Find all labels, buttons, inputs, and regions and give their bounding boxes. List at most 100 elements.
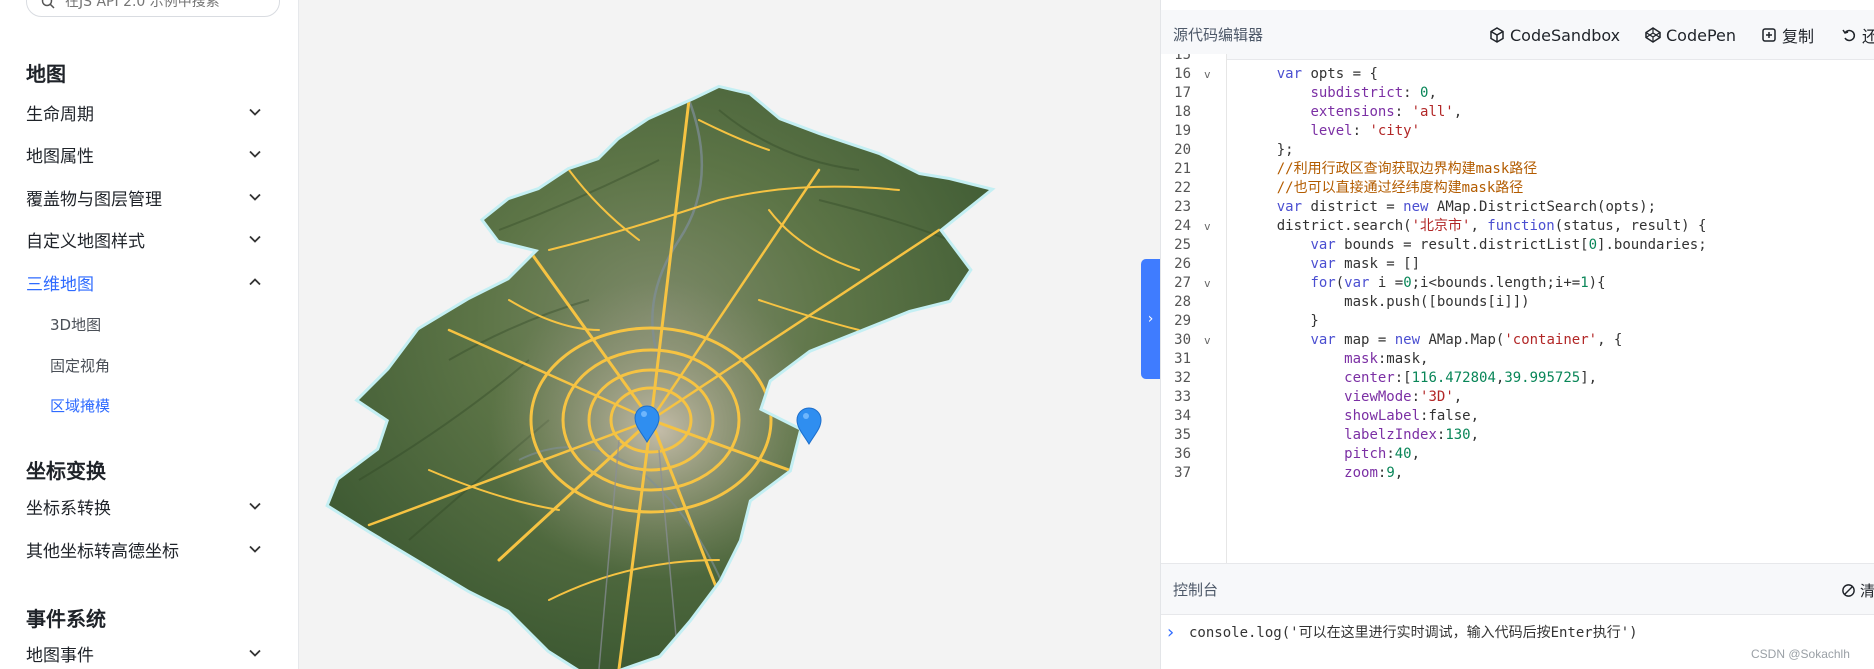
chevron-down-icon: [249, 235, 261, 243]
console-header: 控制台 清: [1161, 563, 1874, 615]
copy-button[interactable]: 复制: [1761, 10, 1814, 60]
fold-toggle-icon[interactable]: v: [1204, 331, 1211, 350]
line-number: 37: [1174, 465, 1191, 481]
line-number: 15: [1174, 54, 1191, 63]
line-number: 33: [1174, 389, 1191, 405]
chevron-up-icon: [249, 278, 261, 286]
code-text: district.search('北京市', function(status, …: [1243, 218, 1707, 234]
code-line[interactable]: 32 center:[116.472804,39.995725],: [1161, 369, 1874, 388]
code-text: var bounds = result.districtList[0].boun…: [1310, 237, 1707, 253]
sidebar-item-label: 坐标系转换: [26, 498, 111, 519]
code-text: }: [1243, 313, 1319, 329]
code-text: for(var i =0;i<bounds.length;i+=1){: [1310, 275, 1606, 291]
watermark: CSDN @Sokachlh: [1751, 647, 1850, 661]
sidebar-item-custom-style[interactable]: 自定义地图样式: [26, 224, 262, 254]
line-number: 27: [1174, 275, 1191, 291]
code-text: extensions: 'all',: [1310, 104, 1463, 120]
line-number: 24: [1174, 218, 1191, 234]
code-line[interactable]: 34 showLabel:false,: [1161, 407, 1874, 426]
search-icon: [41, 0, 55, 9]
code-line[interactable]: 33 viewMode:'3D',: [1161, 388, 1874, 407]
chevron-down-icon: [249, 545, 261, 553]
code-line[interactable]: 21 //利用行政区查询获取边界构建mask路径: [1161, 160, 1874, 179]
codesandbox-icon: [1490, 27, 1504, 43]
codepen-icon: [1645, 27, 1661, 43]
code-line[interactable]: 15: [1161, 54, 1874, 65]
code-text: viewMode:'3D',: [1344, 389, 1463, 405]
prompt-icon: ›: [1167, 621, 1175, 643]
code-line[interactable]: 25 var bounds = result.districtList[0].b…: [1161, 236, 1874, 255]
line-number: 25: [1174, 237, 1191, 253]
line-number: 32: [1174, 370, 1191, 386]
console-input[interactable]: › console.log('可以在这里进行实时调试，输入代码后按Enter执行…: [1161, 615, 1874, 649]
sidebar-item-lifecycle[interactable]: 生命周期: [26, 97, 262, 127]
group-title-map: 地图: [26, 62, 66, 86]
code-text: showLabel:false,: [1344, 408, 1480, 424]
code-text: mask.push([bounds[i]]): [1243, 294, 1530, 310]
sidebar-item-overlays[interactable]: 覆盖物与图层管理: [26, 182, 262, 212]
code-line[interactable]: 24 v district.search('北京市', function(stat…: [1161, 217, 1874, 236]
code-line[interactable]: 27 v for(var i =0;i<bounds.length;i+=1){: [1161, 274, 1874, 293]
fold-toggle-icon[interactable]: v: [1204, 274, 1211, 293]
editor-title: 源代码编辑器: [1173, 26, 1264, 44]
search-box[interactable]: [26, 0, 280, 17]
sub-item-3d-map[interactable]: 3D地图: [50, 314, 101, 335]
code-text: mask:mask,: [1344, 351, 1429, 367]
code-line[interactable]: 17 subdistrict: 0,: [1161, 84, 1874, 103]
sidebar: 地图 生命周期 地图属性 覆盖物与图层管理 自定义地图样式 三维地图 3D地图 …: [0, 0, 299, 669]
sidebar-item-label: 生命周期: [26, 104, 94, 125]
code-line[interactable]: 19 level: 'city': [1161, 122, 1874, 141]
sidebar-item-other-coord[interactable]: 其他坐标转高德坐标: [26, 534, 262, 564]
sidebar-item-map-props[interactable]: 地图属性: [26, 139, 262, 169]
code-text: var map = new AMap.Map('container', {: [1310, 332, 1623, 348]
code-line[interactable]: 22 //也可以直接通过经纬度构建mask路径: [1161, 179, 1874, 198]
code-line[interactable]: 26 var mask = []: [1161, 255, 1874, 274]
code-line[interactable]: 28 mask.push([bounds[i]]): [1161, 293, 1874, 312]
editor-toolbar: 源代码编辑器 CodeSandbox CodePen 复制 还: [1161, 10, 1874, 60]
code-line[interactable]: 31 mask:mask,: [1161, 350, 1874, 369]
code-line[interactable]: 29 }: [1161, 312, 1874, 331]
undo-icon: [1842, 29, 1856, 42]
fold-toggle-icon[interactable]: v: [1204, 217, 1211, 236]
code-area[interactable]: 15 16 v var opts = {17 subdistrict: 0, 18 e…: [1161, 54, 1874, 563]
search-input[interactable]: [65, 0, 255, 10]
copy-icon: [1762, 28, 1776, 42]
sidebar-item-coord-convert[interactable]: 坐标系转换: [26, 491, 262, 521]
code-line[interactable]: 18 extensions: 'all',: [1161, 103, 1874, 122]
beijing-masked-map[interactable]: [299, 0, 1160, 669]
line-number: 36: [1174, 446, 1191, 462]
chevron-down-icon: [249, 649, 261, 657]
codesandbox-button[interactable]: CodeSandbox: [1489, 10, 1620, 60]
code-line[interactable]: 36 pitch:40,: [1161, 445, 1874, 464]
console-title: 控制台: [1173, 580, 1219, 599]
sidebar-item-label: 其他坐标转高德坐标: [26, 541, 179, 562]
code-line[interactable]: 30 v var map = new AMap.Map('container', …: [1161, 331, 1874, 350]
code-text: //利用行政区查询获取边界构建mask路径: [1276, 161, 1538, 177]
location-marker[interactable]: [796, 407, 822, 445]
codepen-button[interactable]: CodePen: [1645, 10, 1736, 60]
code-line[interactable]: 23 var district = new AMap.DistrictSearc…: [1161, 198, 1874, 217]
console-input-text: console.log('可以在这里进行实时调试，输入代码后按Enter执行'): [1189, 625, 1638, 641]
code-line[interactable]: 16 v var opts = {: [1161, 65, 1874, 84]
code-line[interactable]: 20 };: [1161, 141, 1874, 160]
console-clear-button[interactable]: 清: [1841, 564, 1874, 616]
code-text: var opts = {: [1276, 66, 1378, 82]
line-number: 35: [1174, 427, 1191, 443]
line-number: 22: [1174, 180, 1191, 196]
fold-toggle-icon[interactable]: v: [1204, 65, 1211, 84]
collapse-panel-button[interactable]: ›: [1141, 259, 1160, 379]
sub-item-fixed-view[interactable]: 固定视角: [50, 355, 110, 376]
line-number: 30: [1174, 332, 1191, 348]
chevron-down-icon: [249, 502, 261, 510]
line-number: 20: [1174, 142, 1191, 158]
code-line[interactable]: 35 labelzIndex:130,: [1161, 426, 1874, 445]
restore-button[interactable]: 还: [1841, 10, 1874, 60]
line-number: 28: [1174, 294, 1191, 310]
group-title-events: 事件系统: [26, 607, 106, 631]
sidebar-item-3d-map[interactable]: 三维地图: [26, 267, 262, 297]
line-number: 31: [1174, 351, 1191, 367]
sub-item-area-mask[interactable]: 区域掩模: [50, 395, 110, 416]
sidebar-item-map-events[interactable]: 地图事件: [26, 638, 262, 668]
code-line[interactable]: 37 zoom:9,: [1161, 464, 1874, 483]
map-container[interactable]: [299, 0, 1160, 669]
